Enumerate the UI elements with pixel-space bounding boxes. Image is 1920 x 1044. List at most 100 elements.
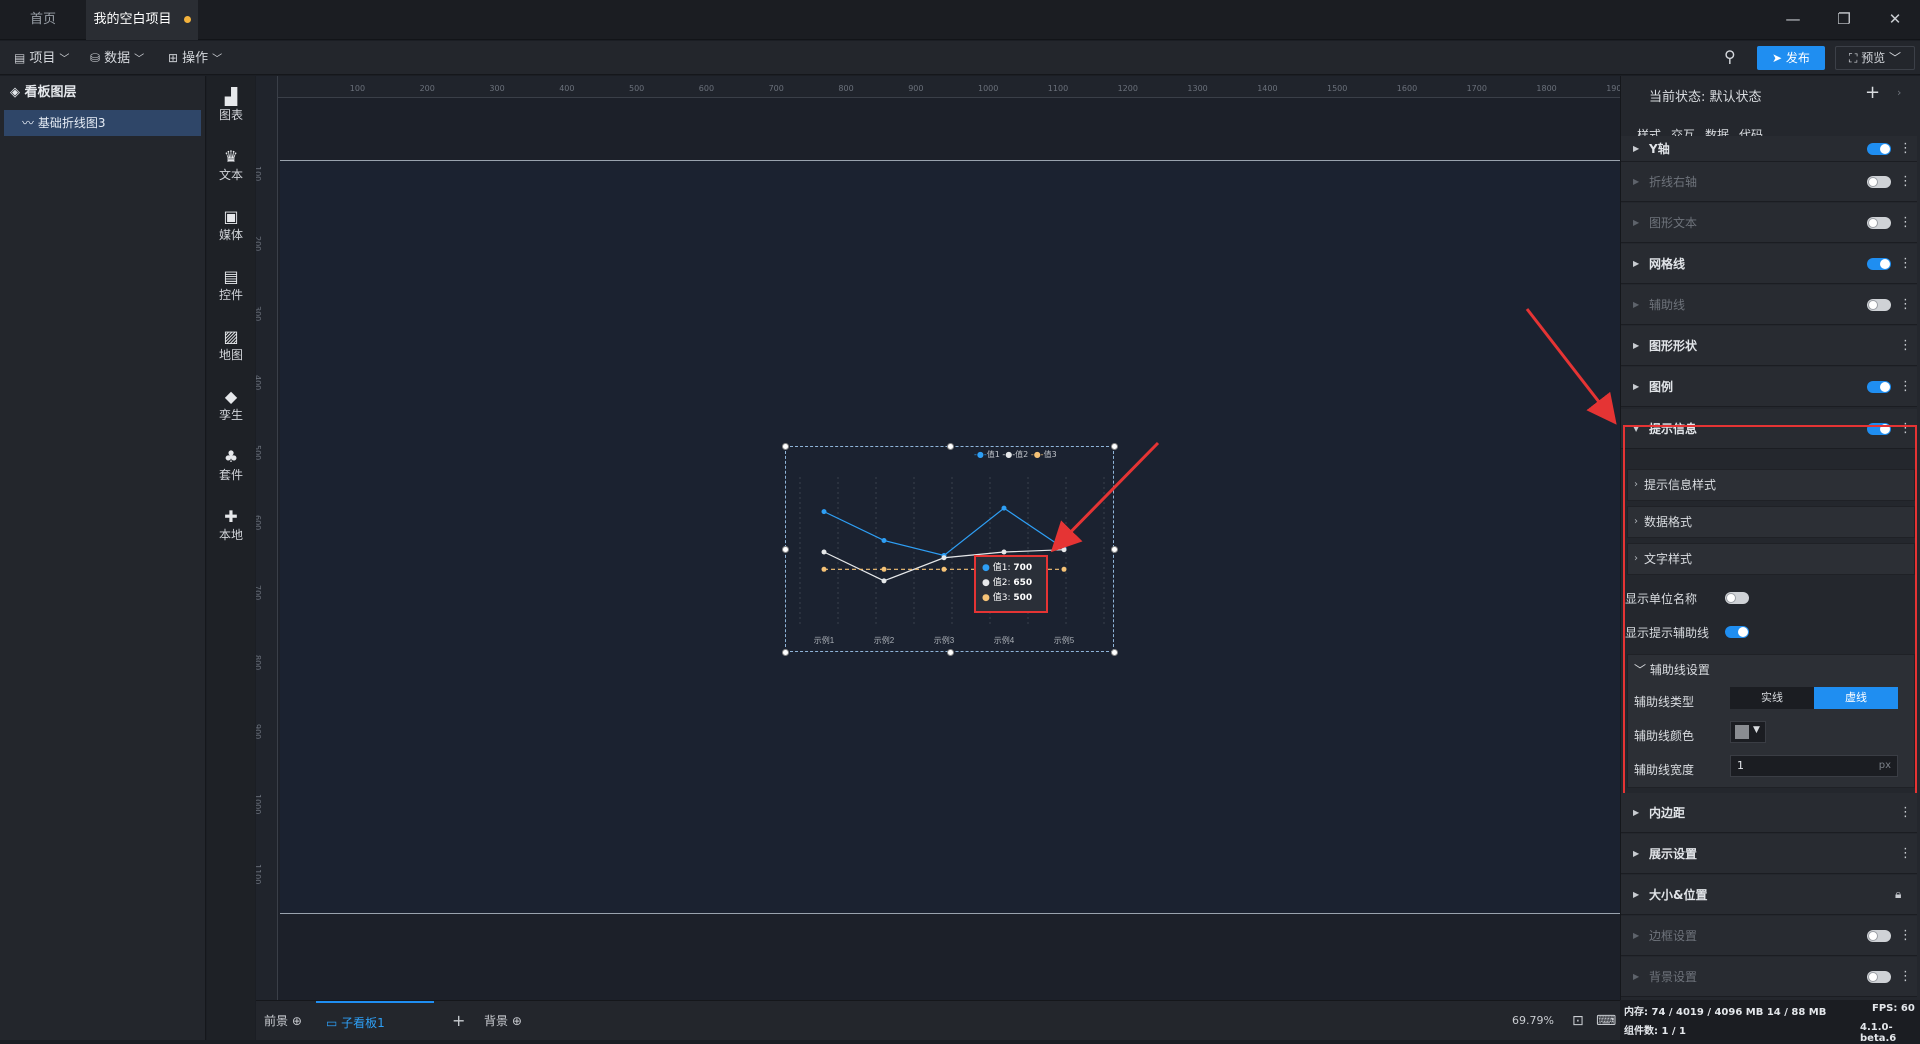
more-icon[interactable]: ⋮ [1899, 929, 1912, 942]
toggle-switch[interactable] [1867, 381, 1891, 393]
more-icon[interactable]: ⋮ [1899, 806, 1912, 819]
section-grid-lines[interactable]: ▶ 网格线 ⋮ [1621, 244, 1917, 284]
data-point[interactable] [821, 509, 827, 515]
resize-handle[interactable] [947, 649, 954, 656]
search-icon[interactable]: ⚲ [1724, 47, 1736, 66]
publish-button[interactable]: ➤ 发布 [1757, 46, 1825, 70]
section-background[interactable]: ▶ 背景设置 ⋮ [1621, 957, 1917, 997]
resize-handle[interactable] [947, 443, 954, 450]
rail-twin[interactable]: ◆ 孪生 [207, 388, 255, 423]
minimize-icon[interactable]: — [1782, 8, 1804, 30]
toggle-switch[interactable] [1867, 930, 1891, 942]
add-circle-icon[interactable]: ⊕ [292, 1014, 302, 1028]
menu-project-label: 项目 [29, 51, 56, 66]
ruler-tick-label: 1000 [978, 84, 999, 93]
tab-sub-board[interactable]: ▭ 子看板1 [316, 1001, 434, 1041]
close-icon[interactable]: ✕ [1884, 8, 1906, 30]
tab-background[interactable]: 背景 ⊕ [484, 1001, 522, 1041]
more-icon[interactable]: ⋮ [1899, 298, 1912, 311]
data-point[interactable] [881, 566, 887, 572]
lock-icon[interactable]: 🔒︎ [1895, 887, 1901, 902]
rail-chart[interactable]: ▟ 图表 [207, 88, 255, 123]
more-icon[interactable]: ⋮ [1899, 970, 1912, 983]
caret-right-icon: ▶ [1633, 341, 1640, 350]
toggle-switch[interactable] [1867, 176, 1891, 188]
data-point[interactable] [1001, 549, 1007, 555]
tab-foreground[interactable]: 前景 ⊕ [264, 1001, 302, 1041]
rail-local[interactable]: ✚ 本地 [207, 508, 255, 543]
toggle-switch[interactable] [1867, 258, 1891, 270]
rail-map[interactable]: ▨ 地图 [207, 328, 255, 363]
caret-right-icon: ▶ [1633, 300, 1640, 309]
preview-button[interactable]: ⛶ 预览 ﹀ [1835, 46, 1915, 70]
section-label: 辅助线 [1649, 298, 1686, 312]
section-size-position[interactable]: ▶ 大小&位置 🔒︎ [1621, 875, 1917, 915]
resize-handle[interactable] [782, 443, 789, 450]
resize-handle[interactable] [782, 546, 789, 553]
ruler-tick-label: 300 [256, 305, 262, 321]
section-legend[interactable]: ▶ 图例 ⋮ [1621, 367, 1917, 407]
tooltip-value: 500 [1013, 593, 1033, 603]
resize-handle[interactable] [1111, 649, 1118, 656]
zoom-level[interactable]: 69.79% [1512, 1001, 1554, 1041]
more-icon[interactable]: ⋮ [1899, 847, 1912, 860]
more-icon[interactable]: ⋮ [1899, 257, 1912, 270]
rail-text-label: 文本 [218, 168, 243, 182]
more-icon[interactable]: ⋮ [1899, 142, 1912, 155]
section-aux-lines[interactable]: ▶ 辅助线 ⋮ [1621, 285, 1917, 325]
add-circle-icon[interactable]: ⊕ [512, 1014, 522, 1028]
resize-handle[interactable] [782, 649, 789, 656]
add-state-icon[interactable]: + [1865, 82, 1880, 103]
data-point[interactable] [881, 578, 887, 584]
section-shape[interactable]: ▶ 图形形状 ⋮ [1621, 326, 1917, 366]
section-padding[interactable]: ▶ 内边距 ⋮ [1621, 793, 1917, 833]
line-chart-svg: 示例1 示例2 示例3 示例4 示例5 [799, 477, 1105, 645]
tooltip-row: ● 值2: 650 [982, 576, 1040, 591]
toggle-switch[interactable] [1867, 143, 1891, 155]
state-value: 默认状态 [1709, 90, 1762, 105]
section-shape-text[interactable]: ▶ 图形文本 ⋮ [1621, 203, 1917, 243]
menu-data[interactable]: ⛁ 数据 ﹀ [90, 41, 144, 75]
rail-text[interactable]: ♛ 文本 [207, 148, 255, 183]
data-point[interactable] [941, 555, 947, 561]
data-point[interactable] [1061, 547, 1067, 553]
data-point[interactable] [821, 566, 827, 572]
more-icon[interactable]: ⋮ [1899, 216, 1912, 229]
more-icon[interactable]: ⋮ [1899, 339, 1912, 352]
section-fold-right-axis[interactable]: ▶ 折线右轴 ⋮ [1621, 162, 1917, 202]
keyboard-icon[interactable]: ⌨ [1596, 1001, 1616, 1041]
menu-project[interactable]: ▤ 项目 ﹀ [14, 41, 69, 75]
line-chart-widget[interactable]: 示例1 示例2 示例3 示例4 示例5 -●-值1 -●-值2 -●-值3 ● 值1: … [782, 443, 1118, 656]
data-point[interactable] [941, 566, 947, 572]
collapse-panel-icon[interactable]: › [1897, 86, 1901, 99]
section-label: 图形形状 [1649, 339, 1698, 353]
toggle-switch[interactable] [1867, 971, 1891, 983]
data-point[interactable] [1061, 566, 1067, 572]
data-point[interactable] [881, 537, 887, 543]
toggle-switch[interactable] [1867, 299, 1891, 311]
toggle-switch[interactable] [1867, 217, 1891, 229]
ruler-tick-label: 400 [256, 375, 262, 391]
more-icon[interactable]: ⋮ [1899, 175, 1912, 188]
rail-media[interactable]: ▣ 媒体 [207, 208, 255, 243]
layer-item[interactable]: 〰 基础折线图3 [4, 110, 201, 136]
add-board-icon[interactable]: + [452, 1001, 465, 1041]
menu-operate[interactable]: ⊞ 操作 ﹀ [168, 41, 222, 75]
more-icon[interactable]: ⋮ [1899, 380, 1912, 393]
rail-control[interactable]: ▤ 控件 [207, 268, 255, 303]
rail-kit[interactable]: ♣ 套件 [207, 448, 255, 483]
ruler-tick-label: 100 [256, 166, 262, 182]
caret-right-icon: ▶ [1633, 849, 1640, 858]
data-point[interactable] [821, 549, 827, 555]
section-y-axis[interactable]: ▶ Y轴 ⋮ [1621, 136, 1917, 162]
resize-handle[interactable] [1111, 443, 1118, 450]
tooltip-label: 值3: [992, 593, 1011, 603]
tab-home[interactable]: 首页 [0, 0, 86, 40]
data-point[interactable] [1001, 505, 1007, 511]
restore-icon[interactable]: ❐ [1833, 8, 1855, 30]
fit-screen-icon[interactable]: ⊡ [1572, 1001, 1584, 1041]
section-display[interactable]: ▶ 展示设置 ⋮ [1621, 834, 1917, 874]
section-border[interactable]: ▶ 边框设置 ⋮ [1621, 916, 1917, 956]
resize-handle[interactable] [1111, 546, 1118, 553]
tab-project[interactable]: 我的空白项目 [86, 0, 198, 40]
